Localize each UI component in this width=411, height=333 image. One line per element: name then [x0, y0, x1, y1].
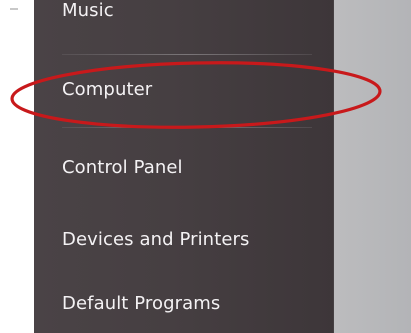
- desktop-right-pane: [334, 0, 411, 333]
- start-menu-item-control-panel[interactable]: Control Panel: [62, 157, 183, 179]
- start-menu-item-computer[interactable]: Computer: [62, 79, 152, 101]
- menu-separator: [62, 127, 312, 128]
- menu-separator: [62, 54, 312, 55]
- screenshot-stage: Music Computer Control Panel Devices and…: [0, 0, 411, 333]
- start-menu-item-default-programs[interactable]: Default Programs: [62, 293, 220, 315]
- start-menu-item-devices-and-printers[interactable]: Devices and Printers: [62, 229, 250, 251]
- background-dash: [10, 8, 18, 10]
- start-menu-item-music[interactable]: Music: [62, 0, 114, 22]
